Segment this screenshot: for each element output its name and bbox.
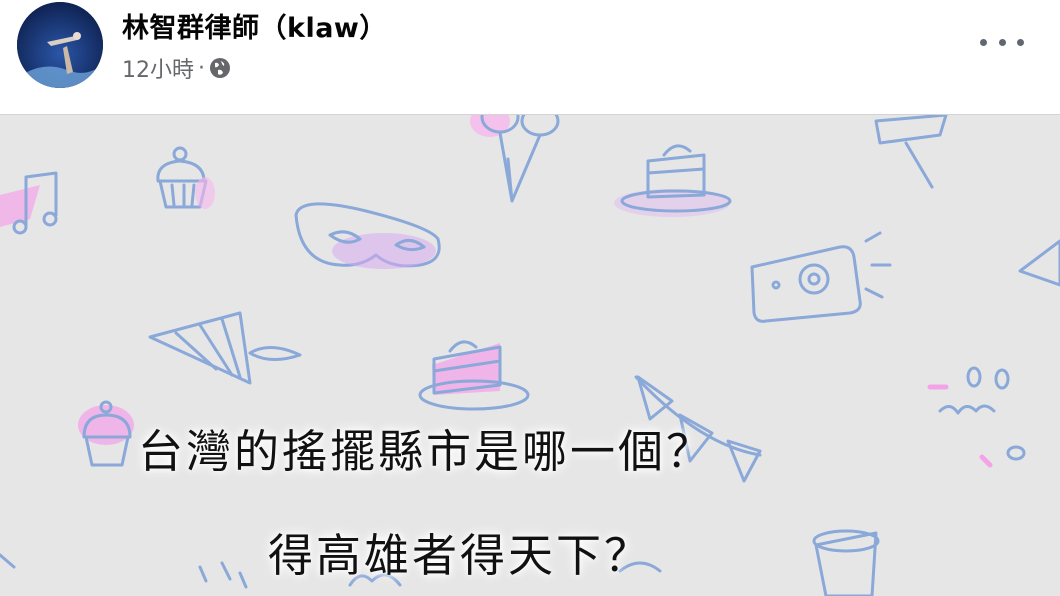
more-options-button[interactable] (980, 30, 1024, 54)
avatar-image (17, 2, 103, 88)
more-dot (1017, 38, 1024, 46)
caption-line-2: 得高雄者得天下？ (268, 529, 653, 582)
confetti-icon (927, 366, 1026, 468)
post-time[interactable]: 12小時 (122, 52, 194, 84)
cup-icon (812, 529, 880, 596)
party-hat-icon (148, 311, 302, 385)
camera-icon (750, 231, 892, 323)
caption-line-1: 台灣的搖擺縣市是哪一個？ (138, 425, 715, 478)
author-name[interactable]: 林智群律師（klaw） (122, 6, 387, 45)
birthday-cake-icon (418, 340, 530, 411)
music-note-icon (0, 171, 58, 235)
cupcake-small-icon (78, 400, 134, 467)
cupcake-icon (156, 146, 215, 209)
post-meta: 12小時 · (122, 52, 231, 84)
post-image[interactable]: 台灣的搖擺縣市是哪一個？ 得高雄者得天下？ (0, 115, 1060, 596)
sparkle-icon (0, 553, 248, 589)
cake-icon (614, 144, 732, 217)
more-dot (998, 38, 1006, 46)
globe-icon[interactable] (209, 57, 231, 79)
balloons-icon (470, 115, 560, 203)
meta-separator: · (198, 55, 205, 81)
pennant-icon (1018, 239, 1060, 287)
author-avatar[interactable] (17, 2, 103, 88)
more-dot (980, 38, 987, 46)
mask-icon (294, 202, 441, 269)
ice-cream-icon (874, 115, 948, 189)
post-header: 林智群律師（klaw） 12小時 · (0, 0, 1060, 114)
